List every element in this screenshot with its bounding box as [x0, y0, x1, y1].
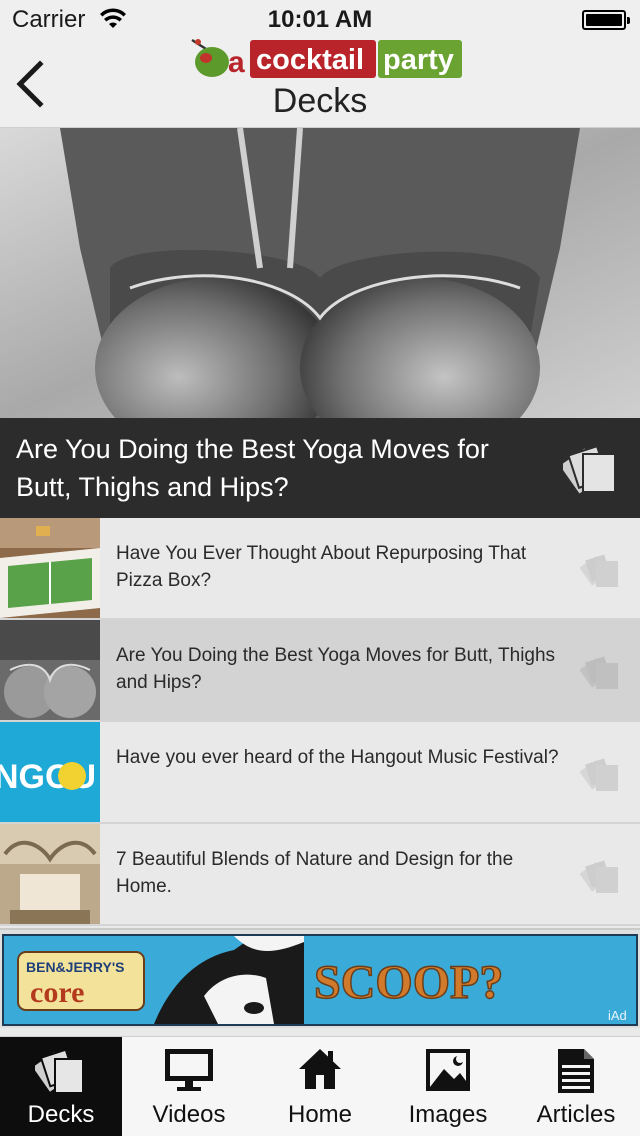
tab-videos[interactable]: Videos — [122, 1037, 256, 1136]
hero-caption[interactable]: Are You Doing the Best Yoga Moves for Bu… — [0, 418, 640, 518]
deck-icon — [580, 554, 618, 587]
ad-banner[interactable]: BEN&JERRY'S core SCOOP? iAd — [0, 928, 640, 1028]
hero-image[interactable] — [0, 128, 640, 418]
ad-headline: SCOOP? — [314, 956, 503, 1009]
hero-photo — [0, 128, 640, 418]
nav-bar: a cocktail party Decks — [0, 38, 640, 128]
monitor-icon — [165, 1049, 213, 1091]
clock: 10:01 AM — [267, 6, 373, 33]
thumbnail-nature-design — [0, 824, 100, 924]
tab-label: Decks — [27, 1101, 95, 1128]
image-icon — [426, 1049, 470, 1091]
hero-title: Are You Doing the Best Yoga Moves for Bu… — [16, 434, 489, 502]
tab-label: Videos — [152, 1101, 226, 1128]
logo-a: a — [228, 46, 245, 79]
tab-label: Home — [287, 1101, 353, 1128]
thumbnail-hangout-festival: NGOU — [0, 722, 100, 822]
list-item-title: 7 Beautiful Blends of Nature and Design … — [116, 849, 514, 897]
ad-creative[interactable]: BEN&JERRY'S core SCOOP? iAd — [2, 934, 638, 1026]
ad-brand-top: BEN&JERRY'S — [26, 959, 125, 975]
tab-home[interactable]: Home — [256, 1037, 384, 1136]
cocktail-party-logo: a cocktail party — [191, 38, 462, 79]
deck-icon — [580, 656, 618, 689]
list-item-title: Have you ever heard of the Hangout Music… — [116, 747, 559, 768]
thumbnail-pizza-box — [0, 518, 100, 618]
tab-label: Images — [408, 1101, 488, 1128]
list-item[interactable]: Have You Ever Thought About Repurposing … — [0, 518, 640, 620]
ad-brand: core — [30, 976, 84, 1009]
status-bar: Carrier 10:01 AM — [0, 0, 640, 40]
tab-decks[interactable]: Decks — [0, 1037, 122, 1136]
logo-cocktail: cocktail — [256, 44, 364, 76]
logo-party: party — [383, 44, 454, 76]
battery-icon — [582, 10, 630, 30]
list-item-title: Are You Doing the Best Yoga Moves for Bu… — [116, 645, 556, 693]
list-item[interactable]: NGOU Have you ever heard of the Hangout … — [0, 722, 640, 824]
list-item[interactable]: 7 Beautiful Blends of Nature and Design … — [0, 824, 640, 926]
deck-icon — [580, 860, 618, 893]
document-icon — [558, 1049, 594, 1093]
thumbnail-yoga — [0, 620, 100, 720]
tab-images[interactable]: Images — [384, 1037, 512, 1136]
iad-label: iAd — [608, 1008, 627, 1023]
deck-list: Have You Ever Thought About Repurposing … — [0, 518, 640, 926]
tab-label: Articles — [536, 1101, 616, 1128]
deck-icon — [580, 758, 618, 791]
decks-icon — [35, 1048, 84, 1094]
list-item[interactable]: Are You Doing the Best Yoga Moves for Bu… — [0, 620, 640, 722]
tab-bar: Decks Videos Home Images Articles — [0, 1036, 640, 1136]
page-title: Decks — [272, 82, 368, 120]
tab-articles[interactable]: Articles — [512, 1037, 640, 1136]
house-icon — [299, 1049, 341, 1089]
deck-icon — [563, 444, 616, 494]
list-item-title: Have You Ever Thought About Repurposing … — [116, 543, 527, 591]
